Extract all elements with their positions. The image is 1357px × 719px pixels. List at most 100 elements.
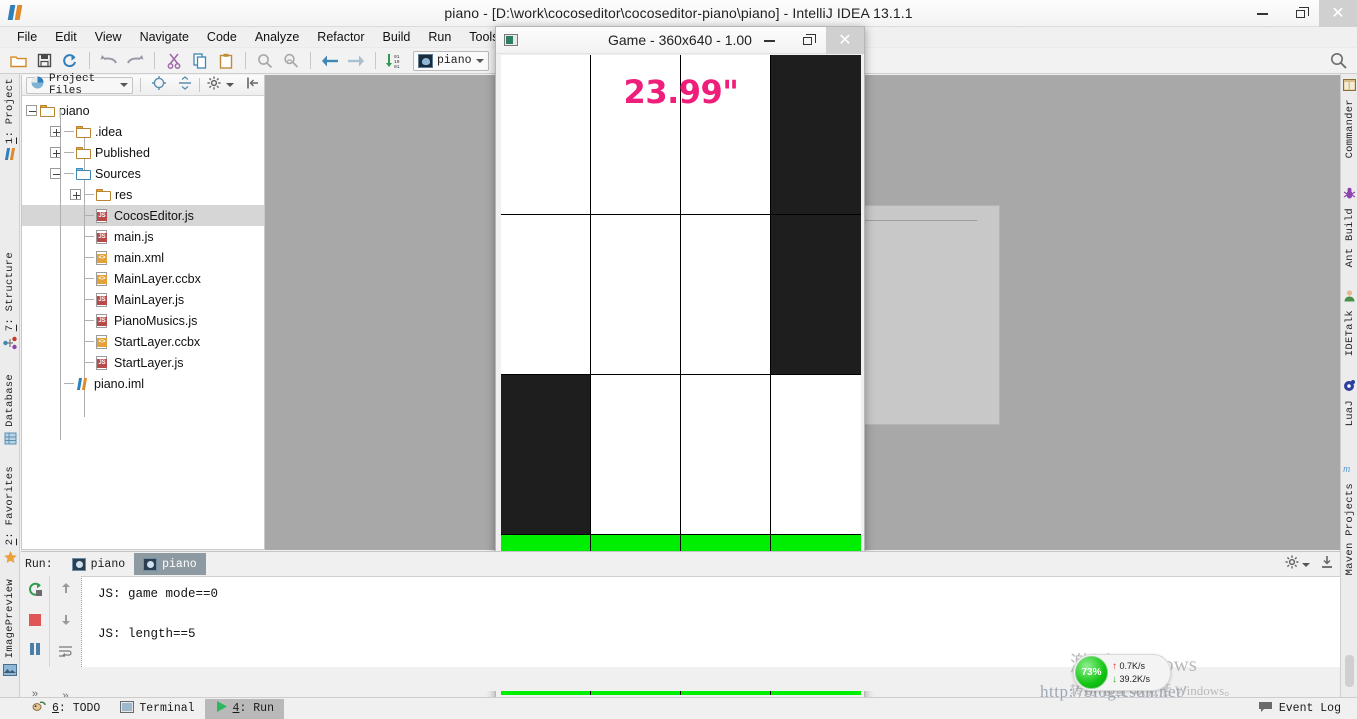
cut-icon[interactable] bbox=[162, 50, 186, 72]
sidebar-item-imagepreview-label: ImagePreview bbox=[4, 579, 16, 659]
luaj-icon bbox=[1343, 379, 1356, 397]
close-button[interactable]: ✕ bbox=[1319, 0, 1357, 27]
folder-icon bbox=[40, 104, 55, 117]
tree-row-published[interactable]: Published bbox=[22, 142, 264, 163]
network-speed-widget[interactable]: 73% ↑ 0.7K/s ↓ 39.2K/s bbox=[1073, 654, 1171, 691]
vertical-scrollbar-thumb[interactable] bbox=[1345, 655, 1354, 687]
find-icon[interactable] bbox=[253, 50, 277, 72]
tile-r2c1[interactable] bbox=[591, 375, 681, 535]
tile-r1c2[interactable] bbox=[681, 215, 771, 375]
expand-toggle-icon[interactable] bbox=[70, 189, 81, 200]
tree-row-startlayer-js[interactable]: JS StartLayer.js bbox=[22, 352, 264, 373]
menu-edit[interactable]: Edit bbox=[46, 30, 86, 44]
run-tab-piano-1[interactable]: piano bbox=[63, 553, 135, 575]
sync-icon[interactable] bbox=[58, 50, 82, 72]
tile-r1c3[interactable] bbox=[771, 215, 861, 375]
sidebar-item-maven-projects[interactable]: m Maven Projects bbox=[1341, 462, 1357, 575]
redo-icon[interactable] bbox=[123, 50, 147, 72]
menu-run[interactable]: Run bbox=[419, 30, 460, 44]
paste-icon[interactable] bbox=[214, 50, 238, 72]
tile-r1c0[interactable] bbox=[501, 215, 591, 375]
expand-toggle-icon[interactable] bbox=[50, 126, 61, 137]
save-all-icon[interactable] bbox=[32, 50, 56, 72]
game-restore-button[interactable] bbox=[788, 27, 826, 54]
tree-label: piano.iml bbox=[94, 376, 145, 391]
settings-gear-icon[interactable] bbox=[207, 76, 221, 95]
tree-row-pianomusics-js[interactable]: JS PianoMusics.js bbox=[22, 310, 264, 331]
copy-icon[interactable] bbox=[188, 50, 212, 72]
menu-view[interactable]: View bbox=[86, 30, 131, 44]
tree-row-cocoseditor-js[interactable]: JS CocosEditor.js bbox=[22, 205, 264, 226]
tile-r2c3[interactable] bbox=[771, 375, 861, 535]
sidebar-item-structure[interactable]: 7: Structure bbox=[0, 252, 20, 355]
forward-icon[interactable] bbox=[344, 50, 368, 72]
xml-file-icon: <> bbox=[96, 250, 109, 265]
collapse-toggle-icon[interactable] bbox=[50, 168, 61, 179]
tree-row-startlayer-ccbx[interactable]: <> StartLayer.ccbx bbox=[22, 331, 264, 352]
status-tab-todo[interactable]: 6: TODO bbox=[22, 699, 110, 719]
tile-r1c1[interactable] bbox=[591, 215, 681, 375]
target-icon[interactable] bbox=[152, 75, 167, 95]
minimize-button[interactable] bbox=[1243, 0, 1281, 27]
tree-label: CocosEditor.js bbox=[114, 208, 194, 223]
project-view-selector[interactable]: Project Files bbox=[26, 73, 134, 97]
event-log-button[interactable]: Event Log bbox=[1258, 701, 1341, 717]
hide-panel-icon[interactable] bbox=[246, 76, 260, 95]
collapse-toggle-icon[interactable] bbox=[26, 105, 37, 116]
tree-row-piano-iml[interactable]: piano.iml bbox=[22, 373, 264, 394]
sidebar-item-ant-build[interactable]: Ant Build bbox=[1341, 187, 1357, 267]
sidebar-item-imagepreview[interactable]: ImagePreview bbox=[0, 579, 20, 681]
collapse-all-icon[interactable] bbox=[178, 75, 192, 95]
tree-label: Sources bbox=[95, 166, 141, 181]
tile-r2c2[interactable] bbox=[681, 375, 771, 535]
tree-row-res[interactable]: res bbox=[22, 184, 264, 205]
game-minimize-button[interactable] bbox=[750, 27, 788, 54]
tile-r2c0[interactable] bbox=[501, 375, 591, 535]
search-everywhere-icon[interactable] bbox=[1330, 52, 1347, 74]
folder-icon bbox=[76, 125, 91, 138]
hide-panel-icon[interactable] bbox=[1320, 555, 1334, 574]
status-tab-terminal[interactable]: Terminal bbox=[110, 699, 204, 719]
tree-row-piano[interactable]: piano bbox=[0, 100, 264, 121]
run-configuration-selector[interactable]: piano bbox=[413, 50, 489, 71]
sidebar-item-commander[interactable]: Commander bbox=[1341, 78, 1357, 158]
menu-build[interactable]: Build bbox=[374, 30, 420, 44]
sidebar-item-favorites[interactable]: 2: Favorites bbox=[0, 466, 20, 570]
run-tab-piano-2[interactable]: piano bbox=[134, 553, 206, 575]
undo-icon[interactable] bbox=[97, 50, 121, 72]
settings-gear-icon[interactable] bbox=[1285, 555, 1299, 574]
menu-refactor[interactable]: Refactor bbox=[308, 30, 373, 44]
expand-toggle-icon[interactable] bbox=[50, 147, 61, 158]
tree-row-main-xml[interactable]: <> main.xml bbox=[22, 247, 264, 268]
chevron-down-icon[interactable] bbox=[225, 83, 234, 87]
tree-row-sources[interactable]: Sources bbox=[22, 163, 264, 184]
open-folder-icon[interactable] bbox=[6, 50, 30, 72]
menu-analyze[interactable]: Analyze bbox=[246, 30, 308, 44]
tree-row-mainlayer-ccbx[interactable]: <> MainLayer.ccbx bbox=[22, 268, 264, 289]
project-panel-header: Project Files bbox=[22, 73, 264, 97]
chevron-down-icon[interactable] bbox=[1302, 562, 1310, 567]
compile-icon[interactable]: 01 10 01 bbox=[383, 50, 407, 72]
game-close-button[interactable]: ✕ bbox=[826, 27, 864, 54]
menu-file[interactable]: File bbox=[8, 30, 46, 44]
scroll-down-icon[interactable] bbox=[59, 613, 73, 632]
menu-code[interactable]: Code bbox=[198, 30, 246, 44]
menu-navigate[interactable]: Navigate bbox=[131, 30, 198, 44]
sidebar-item-maven-projects-label: Maven Projects bbox=[1343, 483, 1356, 576]
replace-icon[interactable] bbox=[279, 50, 303, 72]
sidebar-item-idetalk[interactable]: IDETalk bbox=[1341, 289, 1357, 356]
tree-row-idea[interactable]: .idea bbox=[22, 121, 264, 142]
restore-button[interactable] bbox=[1281, 0, 1319, 27]
tree-row-mainlayer-js[interactable]: JS MainLayer.js bbox=[22, 289, 264, 310]
status-bar: 6: TODO Terminal 4: Run Event Log bbox=[0, 697, 1357, 719]
soft-wrap-icon[interactable] bbox=[58, 645, 73, 664]
rerun-icon[interactable] bbox=[27, 581, 44, 603]
scroll-up-icon[interactable] bbox=[59, 581, 73, 600]
tree-row-main-js[interactable]: JS main.js bbox=[22, 226, 264, 247]
stop-icon[interactable] bbox=[28, 613, 42, 632]
sidebar-item-database[interactable]: Database bbox=[0, 374, 20, 450]
status-tab-run[interactable]: 4: Run bbox=[204, 698, 284, 719]
pause-icon[interactable] bbox=[28, 642, 42, 661]
back-icon[interactable] bbox=[318, 50, 342, 72]
sidebar-item-luaj[interactable]: LuaJ bbox=[1341, 379, 1357, 426]
